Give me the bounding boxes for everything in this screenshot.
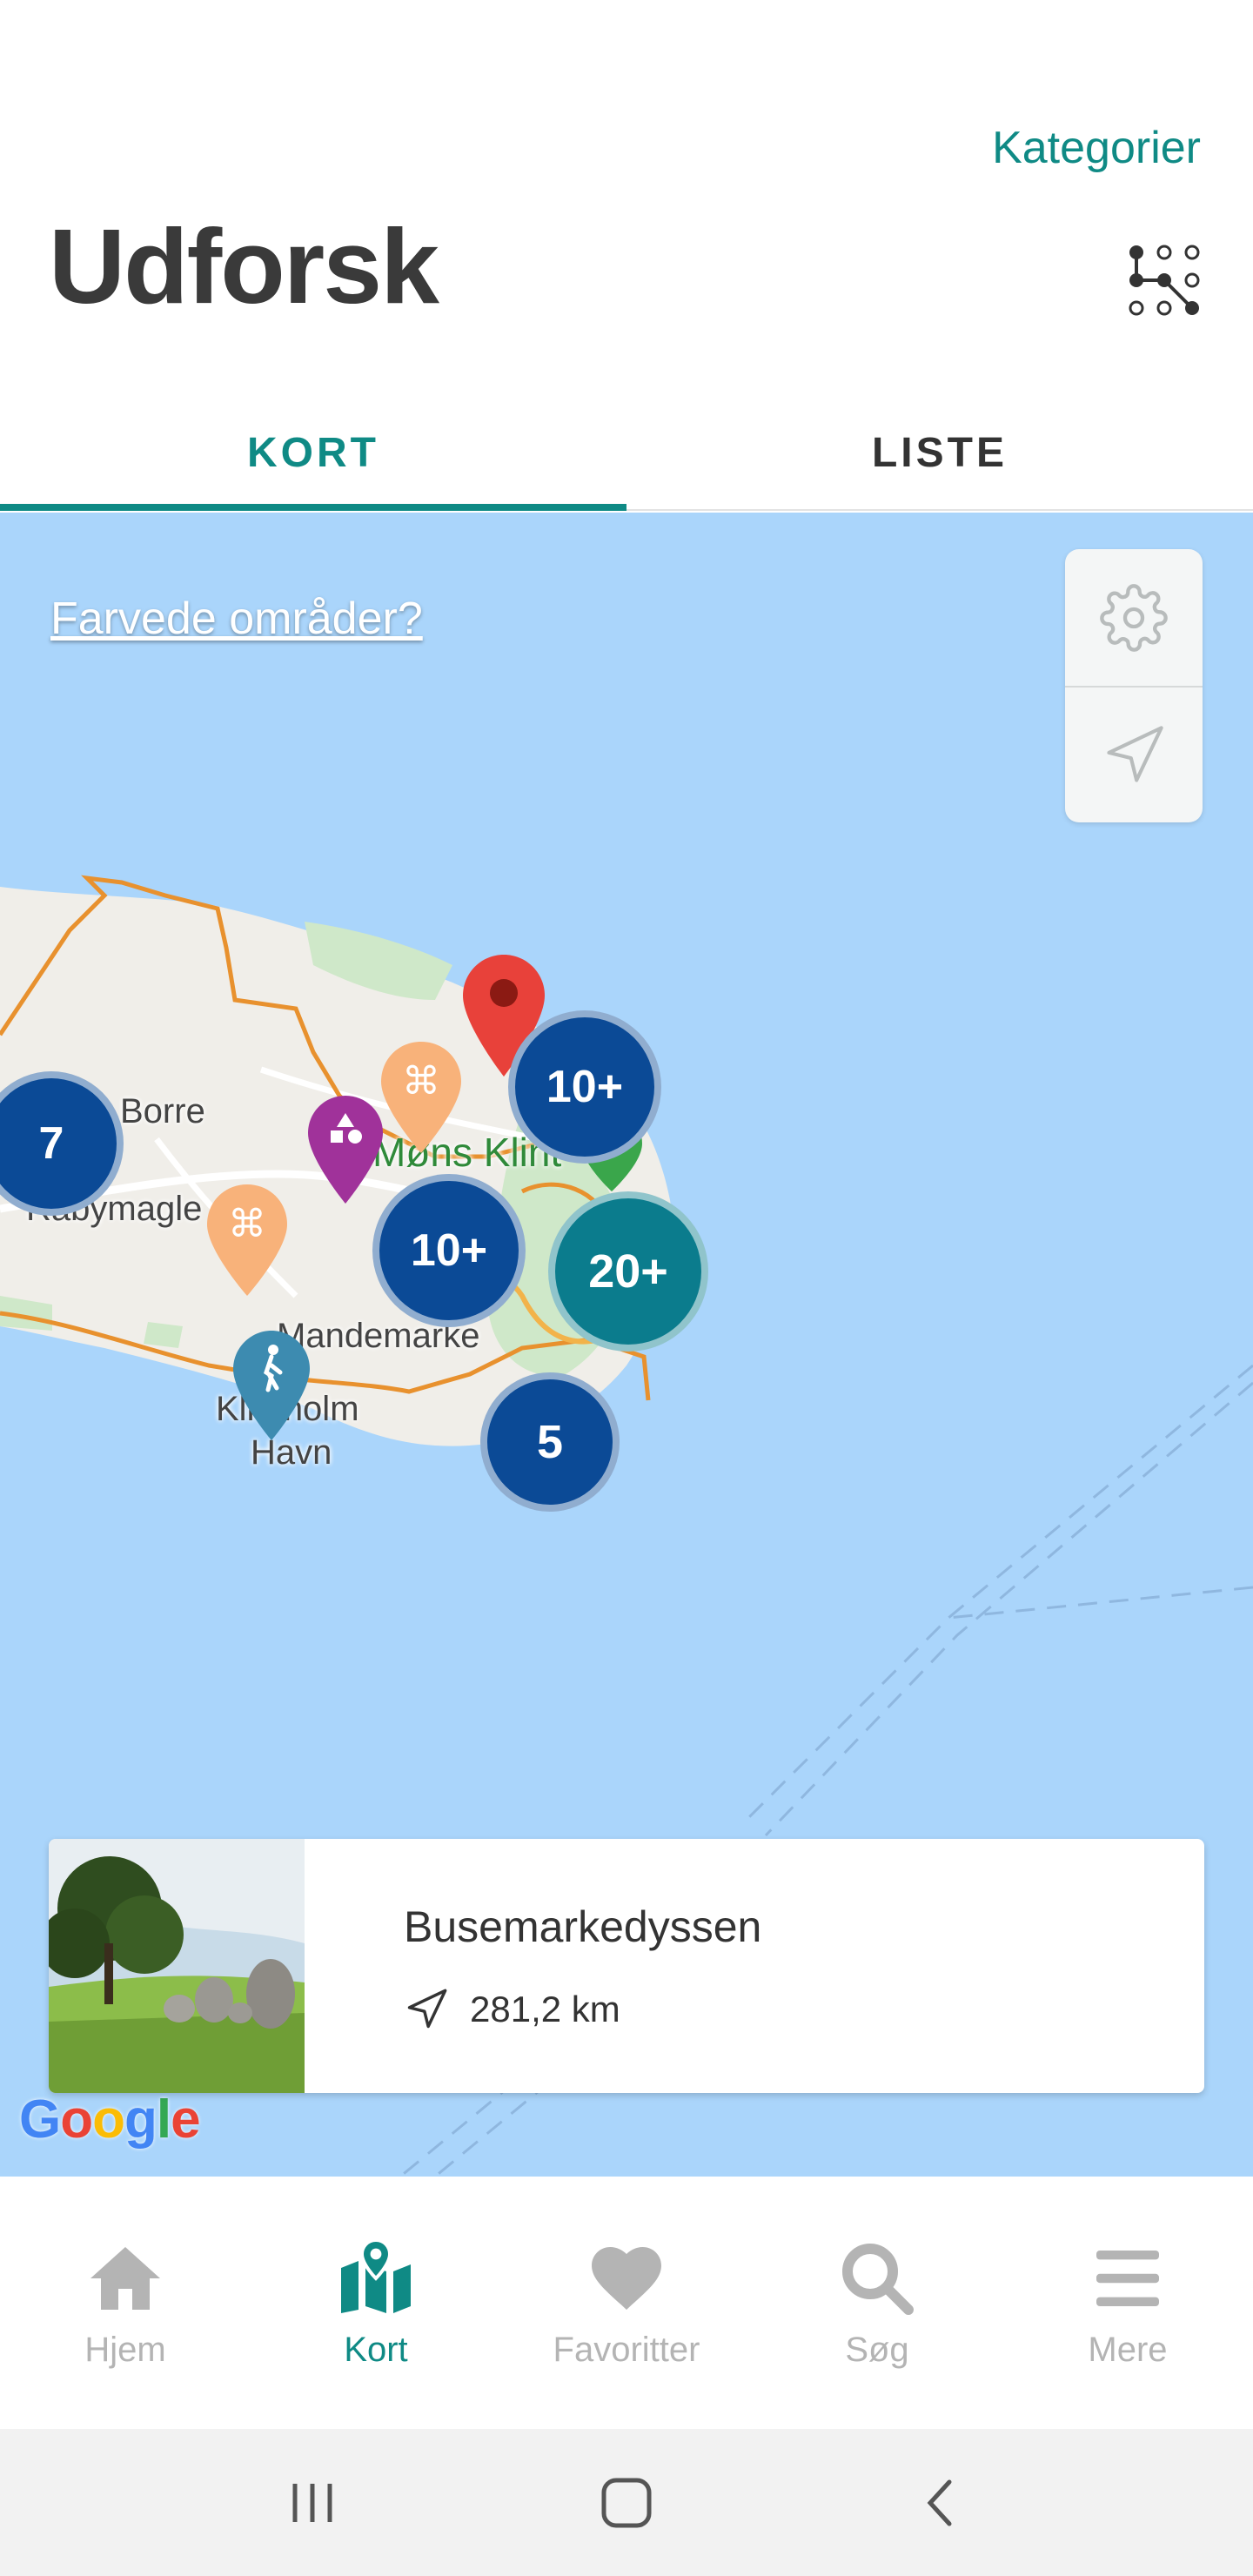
svg-text:⌘: ⌘	[402, 1059, 440, 1104]
heart-icon	[592, 2246, 661, 2310]
place-thumbnail	[49, 1839, 305, 2093]
cluster-marker[interactable]: 10+	[508, 1010, 661, 1164]
attraction-pin[interactable]: ⌘	[381, 1042, 461, 1153]
navigation-arrow-icon	[407, 1989, 447, 2029]
bottom-navigation: Hjem Kort Favoritter Søg Mere	[0, 2177, 1253, 2429]
home-button-icon[interactable]	[599, 2475, 654, 2531]
back-icon[interactable]	[915, 2477, 967, 2529]
place-name: Busemarkedyssen	[404, 1902, 762, 1951]
nav-label-favorites: Favoritter	[553, 2330, 700, 2369]
home-icon	[90, 2246, 160, 2310]
map-label-borre: Borre	[120, 1092, 205, 1130]
view-tabs: KORT LISTE	[0, 396, 1253, 511]
category-tree-icon[interactable]	[1128, 244, 1201, 317]
system-navigation-bar	[0, 2429, 1253, 2576]
nav-label-search: Søg	[845, 2330, 909, 2369]
tab-list[interactable]: LISTE	[626, 396, 1253, 509]
hiking-pin[interactable]	[233, 1331, 310, 1440]
nav-item-favorites[interactable]: Favoritter	[501, 2177, 752, 2429]
place-distance-row: 281,2 km	[404, 1987, 620, 2032]
categories-link[interactable]: Kategorier	[992, 122, 1201, 174]
page-title: Udforsk	[49, 207, 439, 325]
nav-item-search[interactable]: Søg	[752, 2177, 1002, 2429]
attraction-pin[interactable]: ⌘	[207, 1184, 287, 1296]
cluster-marker[interactable]: 20+	[548, 1191, 708, 1352]
culture-pin[interactable]	[308, 1096, 383, 1204]
recent-apps-icon[interactable]	[286, 2477, 338, 2529]
locate-icon	[1107, 725, 1163, 782]
sea-lane	[747, 1364, 1253, 1820]
menu-icon	[1096, 2250, 1159, 2306]
map-controls	[1065, 549, 1203, 822]
my-location-button[interactable]	[1065, 686, 1203, 822]
google-logo: Google	[19, 2090, 201, 2150]
place-distance: 281,2 km	[470, 1989, 620, 2029]
svg-text:⌘: ⌘	[228, 1202, 266, 1246]
place-preview-card[interactable]: Busemarkedyssen 281,2 km	[49, 1839, 1204, 2093]
nav-label-home: Hjem	[84, 2330, 166, 2369]
cluster-marker[interactable]: 10+	[372, 1174, 526, 1327]
tab-map[interactable]: KORT	[0, 396, 626, 511]
map-settings-button[interactable]	[1065, 549, 1203, 686]
nav-item-map[interactable]: Kort	[251, 2177, 501, 2429]
sea-lane	[948, 1586, 1253, 1620]
map-pin-icon	[341, 2237, 411, 2313]
nav-label-map: Kort	[344, 2330, 408, 2369]
cluster-marker[interactable]: 5	[480, 1372, 620, 1512]
sea-lane	[764, 1381, 1253, 1837]
forest-area	[144, 1322, 183, 1348]
nav-label-more: Mere	[1088, 2330, 1168, 2369]
nav-item-more[interactable]: Mere	[1002, 2177, 1253, 2429]
search-icon	[842, 2243, 914, 2315]
colored-areas-link[interactable]: Farvede områder?	[50, 593, 423, 645]
header: Kategorier Udforsk	[0, 0, 1253, 374]
nav-item-home[interactable]: Hjem	[0, 2177, 251, 2429]
settings-icon	[1100, 583, 1168, 652]
